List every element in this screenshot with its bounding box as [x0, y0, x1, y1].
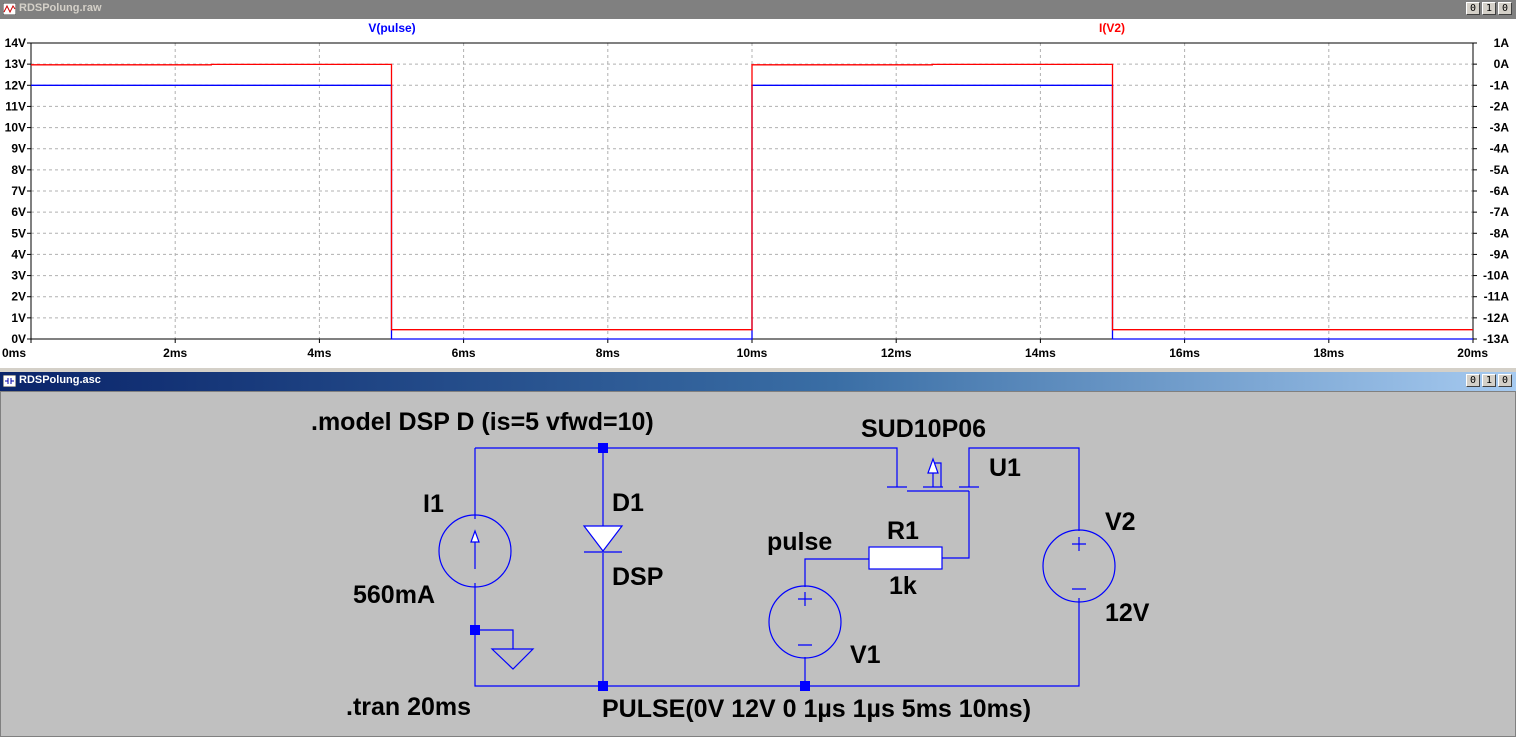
waveform-window-controls: 0 1 0: [1466, 2, 1512, 15]
y-right-tick-label: -12A: [1483, 311, 1509, 325]
y-left-tick-label: 4V: [11, 247, 26, 261]
maximize-button[interactable]: 1: [1482, 374, 1496, 387]
y-right-tick-label: -6A: [1490, 184, 1510, 198]
minimize-button[interactable]: 0: [1466, 374, 1480, 387]
resistor-r1[interactable]: [868, 546, 943, 570]
model-directive[interactable]: .model DSP D (is=5 vfwd=10): [311, 408, 654, 436]
waveform-plot[interactable]: 0ms 2ms 4ms 6ms 8ms 10ms 12ms 14ms 16ms 18ms 20ms 0…: [0, 19, 1516, 368]
v1-name-label[interactable]: V1: [850, 641, 881, 669]
y-right-tick-label: -7A: [1490, 205, 1510, 219]
series-label-1[interactable]: I(V2): [1099, 21, 1125, 35]
x-tick-label: 14ms: [1025, 346, 1056, 360]
waveform-titlebar[interactable]: RDSPolung.raw 0 1 0: [0, 0, 1516, 19]
y-right-tick-label: -5A: [1490, 163, 1510, 177]
resistor-value-label[interactable]: 1k: [889, 572, 917, 600]
voltage-source-v2[interactable]: [1042, 529, 1116, 603]
y-right-tick-label: -2A: [1490, 99, 1510, 113]
diode-d1[interactable]: [582, 525, 624, 553]
y-left-tick-label: 2V: [11, 290, 26, 304]
ground-symbol: [490, 648, 535, 670]
y-left-tick-label: 0V: [11, 332, 26, 346]
wire-ground[interactable]: [475, 629, 514, 649]
resistor-name-label[interactable]: R1: [887, 517, 919, 545]
y-right-tick-label: 1A: [1494, 36, 1510, 50]
mosfet-model-label[interactable]: SUD10P06: [861, 415, 986, 443]
y-left-tick-label: 13V: [5, 57, 26, 71]
y-left-tick-label: 14V: [5, 36, 26, 50]
waveform-title: RDSPolung.raw: [19, 2, 102, 14]
y-right-tick-label: -13A: [1483, 332, 1509, 346]
tran-directive[interactable]: .tran 20ms: [346, 693, 471, 721]
x-tick-label: 18ms: [1313, 346, 1344, 360]
series-label-0[interactable]: V(pulse): [368, 21, 415, 35]
wire-v1-top[interactable]: [804, 558, 869, 587]
schematic-window-controls: 0 1 0: [1466, 374, 1512, 387]
close-button[interactable]: 0: [1498, 374, 1512, 387]
y-right-tick-label: -3A: [1490, 121, 1510, 135]
y-right-tick-label: -8A: [1490, 226, 1510, 240]
y-right-tick-label: -10A: [1483, 269, 1509, 283]
junction-bottom-left: [598, 681, 608, 691]
schematic-canvas[interactable]: .model DSP D (is=5 vfwd=10) .tran 20ms S…: [1, 392, 1515, 736]
x-tick-label: 16ms: [1169, 346, 1200, 360]
schematic-titlebar[interactable]: RDSPolung.asc 0 1 0: [0, 372, 1516, 391]
y-right-tick-label: -9A: [1490, 247, 1510, 261]
y-left-tick-label: 1V: [11, 311, 26, 325]
x-tick-label: 2ms: [163, 346, 187, 360]
v2-name-label[interactable]: V2: [1105, 508, 1136, 536]
y-left-tick-label: 9V: [11, 142, 26, 156]
mosfet-name-label[interactable]: U1: [989, 454, 1021, 482]
schematic-app-icon: [3, 375, 16, 387]
voltage-source-v1[interactable]: [768, 585, 842, 659]
y-left-tick-label: 8V: [11, 163, 26, 177]
v2-value-label[interactable]: 12V: [1105, 599, 1150, 627]
y-right-tick-label: -4A: [1490, 142, 1510, 156]
plot-background: [0, 19, 1516, 368]
wire-top-right[interactable]: [968, 447, 1080, 531]
x-tick-label: 0ms: [2, 346, 26, 360]
y-left-tick-label: 10V: [5, 121, 26, 135]
y-left-tick-label: 7V: [11, 184, 26, 198]
current-source-i1[interactable]: [438, 514, 512, 588]
current-source-value-label[interactable]: 560mA: [353, 581, 435, 609]
junction-bottom-mid: [800, 681, 810, 691]
wire-i1-bottom[interactable]: [474, 583, 603, 687]
mosfet-u1[interactable]: [887, 457, 979, 492]
wire-top-mid[interactable]: [603, 447, 898, 463]
schematic-window[interactable]: RDSPolung.asc 0 1 0 .model DSP D (is=5 v…: [0, 372, 1516, 737]
waveform-app-icon: [3, 3, 16, 15]
x-tick-label: 8ms: [596, 346, 620, 360]
net-label-pulse[interactable]: pulse: [767, 528, 832, 556]
current-source-name-label[interactable]: I1: [423, 490, 444, 518]
v1-value-label[interactable]: PULSE(0V 12V 0 1µs 1µs 5ms 10ms): [602, 695, 1031, 723]
diode-model-label[interactable]: DSP: [612, 563, 663, 591]
junction-ground: [470, 625, 480, 635]
junction-top: [598, 443, 608, 453]
diode-name-label[interactable]: D1: [612, 489, 644, 517]
close-button[interactable]: 0: [1498, 2, 1512, 15]
minimize-button[interactable]: 0: [1466, 2, 1480, 15]
y-left-tick-label: 11V: [5, 99, 26, 113]
wire-r1-gate[interactable]: [942, 491, 970, 559]
waveform-pane[interactable]: 0ms 2ms 4ms 6ms 8ms 10ms 12ms 14ms 16ms 18ms 20ms 0…: [0, 19, 1516, 368]
x-tick-label: 20ms: [1457, 346, 1488, 360]
x-tick-label: 12ms: [881, 346, 912, 360]
schematic-pane[interactable]: .model DSP D (is=5 vfwd=10) .tran 20ms S…: [0, 391, 1516, 737]
y-left-tick-label: 5V: [11, 226, 26, 240]
x-tick-label: 10ms: [737, 346, 768, 360]
x-tick-label: 6ms: [452, 346, 476, 360]
x-tick-label: 4ms: [307, 346, 331, 360]
schematic-title: RDSPolung.asc: [19, 374, 101, 386]
y-left-tick-label: 6V: [11, 205, 26, 219]
y-right-tick-label: 0A: [1494, 57, 1510, 71]
y-left-tick-label: 3V: [11, 269, 26, 283]
wire-bottom[interactable]: [603, 598, 1080, 687]
y-left-tick-label: 12V: [5, 78, 26, 92]
waveform-window[interactable]: RDSPolung.raw 0 1 0 0ms 2ms 4ms 6ms 8ms 10ms 1…: [0, 0, 1516, 368]
y-right-tick-label: -11A: [1484, 290, 1510, 304]
y-right-tick-label: -1A: [1490, 78, 1510, 92]
maximize-button[interactable]: 1: [1482, 2, 1496, 15]
